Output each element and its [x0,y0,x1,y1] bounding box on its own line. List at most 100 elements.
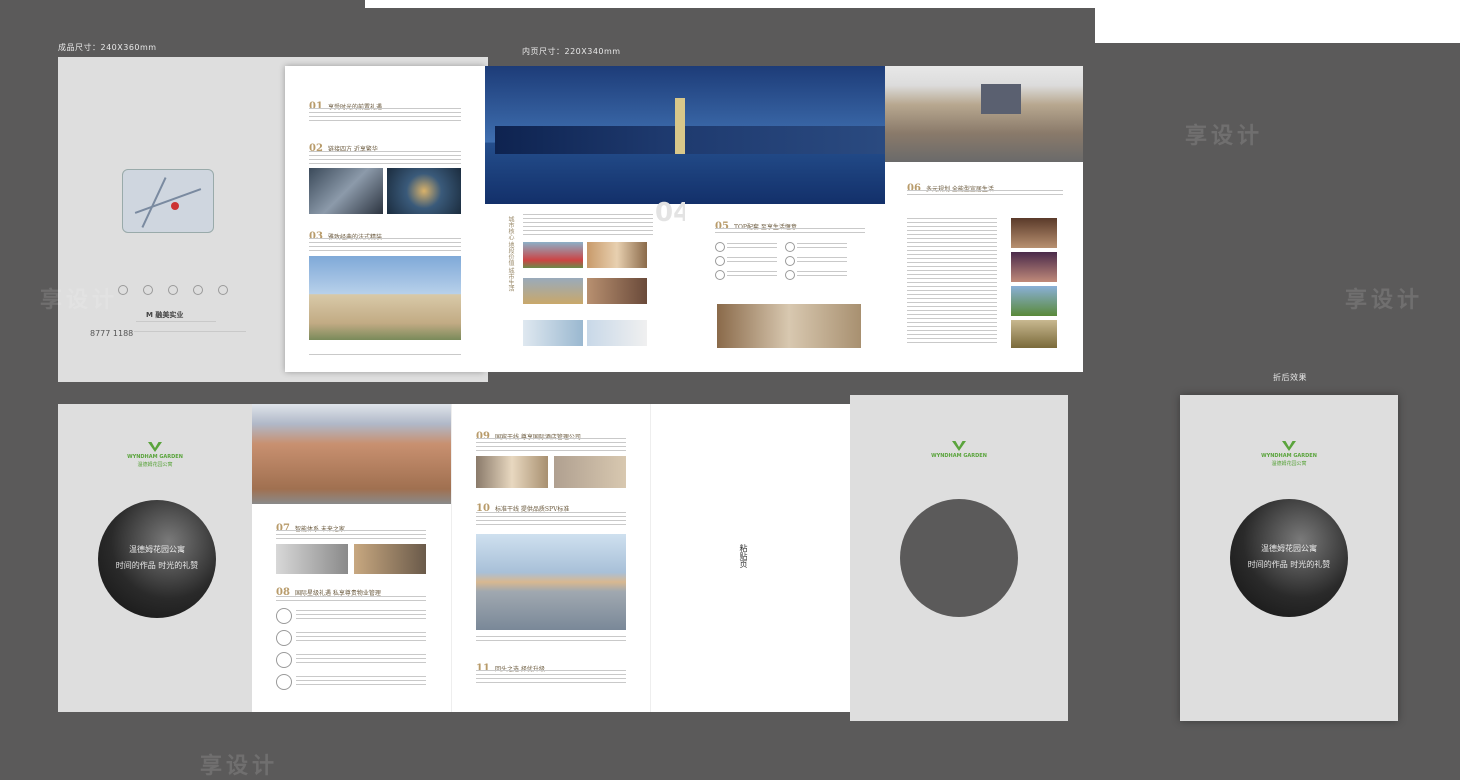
watermark-3: 享设计 [40,288,119,313]
mountain-icon [193,285,203,295]
slogan-line-2: 时间的作品 时光的礼赞 [115,561,199,570]
map-thumbnail [122,169,214,233]
die-cut-hole [900,499,1018,617]
service-icon-4 [276,674,292,690]
section-01-text [309,108,461,122]
medical-photo-1 [523,320,583,346]
top-strip-right [1095,0,1460,43]
page-6: 09 国宾干线 尊享国际酒店管理公司 10 标准干线 提供品质SPV标准 11 … [451,404,651,712]
paste-page: 粘贴页 [650,404,851,712]
shopping-photo [587,242,647,268]
die-cut-brand-en: WYNDHAM GARDEN [931,453,987,459]
finished-size-label: 成品尺寸：240X360mm [58,43,157,52]
section-07-text [276,530,426,540]
hotline: 8777 1188 [90,329,134,338]
amenity-icon-6 [785,270,795,280]
page-2: 城市核心 地段价值 城市生活 04 [485,66,691,372]
triangle-icon [168,285,178,295]
amenity-icon-2 [785,242,795,252]
cover-sphere: 温德姆花园公寓 时间的作品 时光的礼赞 [98,500,216,618]
section-05-text [715,228,865,236]
page-5: 07 智能体系 未来之家 08 国际星级礼遇 私享尊贵物业管理 [252,404,451,712]
section-08-text [276,596,426,604]
building-icon [143,285,153,295]
amenity-list [715,242,865,292]
folded-brand-cn: 温德姆花园公寓 [1271,461,1307,467]
building-render-photo [309,256,461,340]
slogan-line-1: 温德姆花园公寓 [129,545,185,554]
section-02-text [309,151,461,165]
folded-logo-icon [1282,441,1296,451]
amenity-icon-1 [715,242,725,252]
section-03-text [309,238,461,252]
city-skyline-photo [485,66,687,204]
skyline-extension-photo [685,66,885,204]
dining-photo [1011,218,1057,248]
mall-photo [587,278,647,304]
icon-row [118,285,228,297]
inner-size-label: 内页尺寸：220X340mm [522,47,621,56]
brand-name-cn: 温德姆花园公寓 [137,462,173,468]
folded-slogan-2: 时间的作品 时光的礼赞 [1247,560,1331,569]
watermark-4: 享设计 [690,606,769,631]
smart-home-photo-1 [276,544,348,574]
section-09-text [476,438,626,452]
developer-mark-icon: M [146,311,156,319]
m-logo-icon [218,285,228,295]
folded-effect: WYNDHAM GARDEN 温德姆花园公寓 温德姆花园公寓 时间的作品 时光的… [1180,395,1398,721]
track-photo [523,242,583,268]
service-text-3 [296,654,426,664]
smart-home-photo-2 [354,544,426,574]
folded-effect-label: 折后效果 [1273,373,1307,382]
location-pin-icon [171,202,179,210]
service-icon-2 [276,630,292,646]
amenity-icon-4 [785,256,795,266]
watermark-1: 享设计 [1185,124,1264,149]
die-cut-logo-icon [952,441,966,451]
garden-photo [1011,286,1057,316]
service-icon-3 [276,652,292,668]
handshake-photo [476,456,548,488]
developer-subtext [136,321,216,325]
address-text [134,331,246,335]
tea-photo [1011,320,1057,348]
folded-slogan-1: 温德姆花园公寓 [1261,544,1317,553]
medical-photo-2 [587,320,647,346]
stadium-photo [523,278,583,304]
paste-page-label: 粘贴页 [739,544,748,568]
service-text-4 [296,676,426,686]
interior-photo [717,304,861,348]
top-strip-left [365,0,1095,8]
amenity-icon-5 [715,270,725,280]
section-10-text [476,512,626,526]
developer-logo: M 融美实业 [146,310,183,320]
vertical-text: 城市核心 地段价值 城市生活 [507,216,514,292]
brand-name-en: WYNDHAM GARDEN [127,454,183,460]
folded-brand-en: WYNDHAM GARDEN [1261,453,1317,459]
page-4: 06 多元规划 全能型宜居生活 [885,66,1083,372]
plaza-photo [476,534,626,630]
service-text-2 [296,632,426,642]
plaza-caption [476,636,626,642]
chateau-photo [252,404,451,504]
palace-photo [885,66,1083,162]
heart-icon [118,285,128,295]
front-cover: WYNDHAM GARDEN 温德姆花园公寓 温德姆花园公寓 时间的作品 时光的… [58,404,252,712]
developer-name: 融美实业 [155,311,184,319]
page-2-text [523,214,653,236]
service-icon-1 [276,608,292,624]
service-text-1 [296,610,426,620]
party-photo [1011,252,1057,282]
page-1: 01 享受时光的前置礼遇 02 链接四方 近享繁华 03 雅致经典的法式精装 [285,66,485,372]
watermark-2: 享设计 [1345,288,1424,313]
business-photo [554,456,626,488]
watermark-5: 享设计 [200,754,279,779]
brand-logo-icon [148,442,162,452]
interchange-photo [387,168,461,214]
amenity-icon-3 [715,256,725,266]
section-06-text [907,190,1063,198]
die-cut-cover: WYNDHAM GARDEN [850,395,1068,721]
folded-sphere: 温德姆花园公寓 时间的作品 时光的礼赞 [1230,499,1348,617]
highway-photo [309,168,383,214]
page-1-footer [309,354,461,356]
